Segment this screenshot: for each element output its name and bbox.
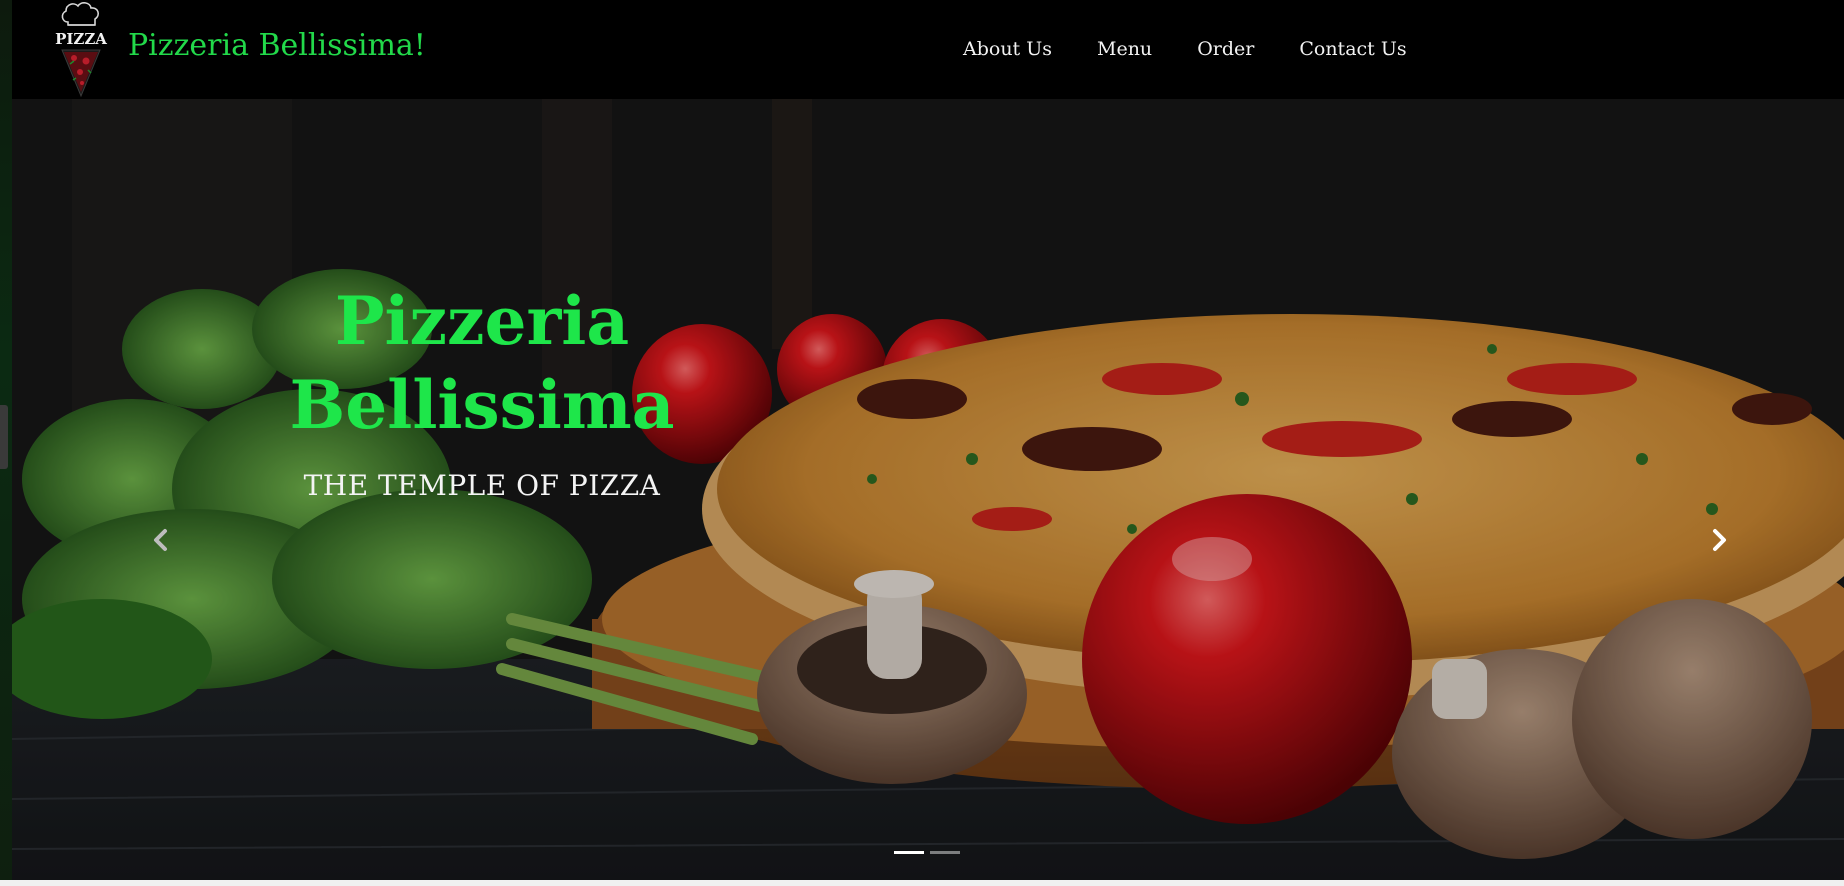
nav-link-order[interactable]: Order [1197,38,1254,60]
carousel-indicators [894,851,960,854]
hero-subtitle: THE TEMPLE OF PIZZA [303,469,661,502]
brand-logo[interactable]: PIZZA [52,0,110,98]
carousel-indicator-2[interactable] [930,851,960,854]
logo-text: PIZZA [55,30,107,48]
scrollbar-thumb[interactable] [0,405,8,469]
nav-link-contact-us[interactable]: Contact Us [1299,38,1406,60]
hero-caption: Pizzeria Bellissima THE TEMPLE OF PIZZA [252,279,712,502]
brand-title[interactable]: Pizzeria Bellissima! [128,28,426,63]
carousel-prev-button[interactable] [144,523,178,557]
nav-links: About Us Menu Order Contact Us [963,38,1407,60]
carousel-next-button[interactable] [1702,523,1736,557]
page: PIZZA Pizzeria Bellissima! About Us Menu… [0,0,1844,886]
chevron-left-icon [154,529,167,551]
chevron-right-icon [1713,529,1726,551]
hero-title-line-1: Pizzeria [334,282,630,360]
nav-link-about-us[interactable]: About Us [963,38,1052,60]
nav-link-menu[interactable]: Menu [1097,38,1152,60]
pizza-logo-icon: PIZZA [55,2,107,98]
navbar: PIZZA Pizzeria Bellissima! About Us Menu… [12,0,1844,99]
hero-carousel: Pizzeria Bellissima THE TEMPLE OF PIZZA [12,99,1844,880]
hero-title-line-2: Bellissima [289,366,675,444]
carousel-indicator-1[interactable] [894,851,924,854]
bottom-edge [0,880,1844,886]
